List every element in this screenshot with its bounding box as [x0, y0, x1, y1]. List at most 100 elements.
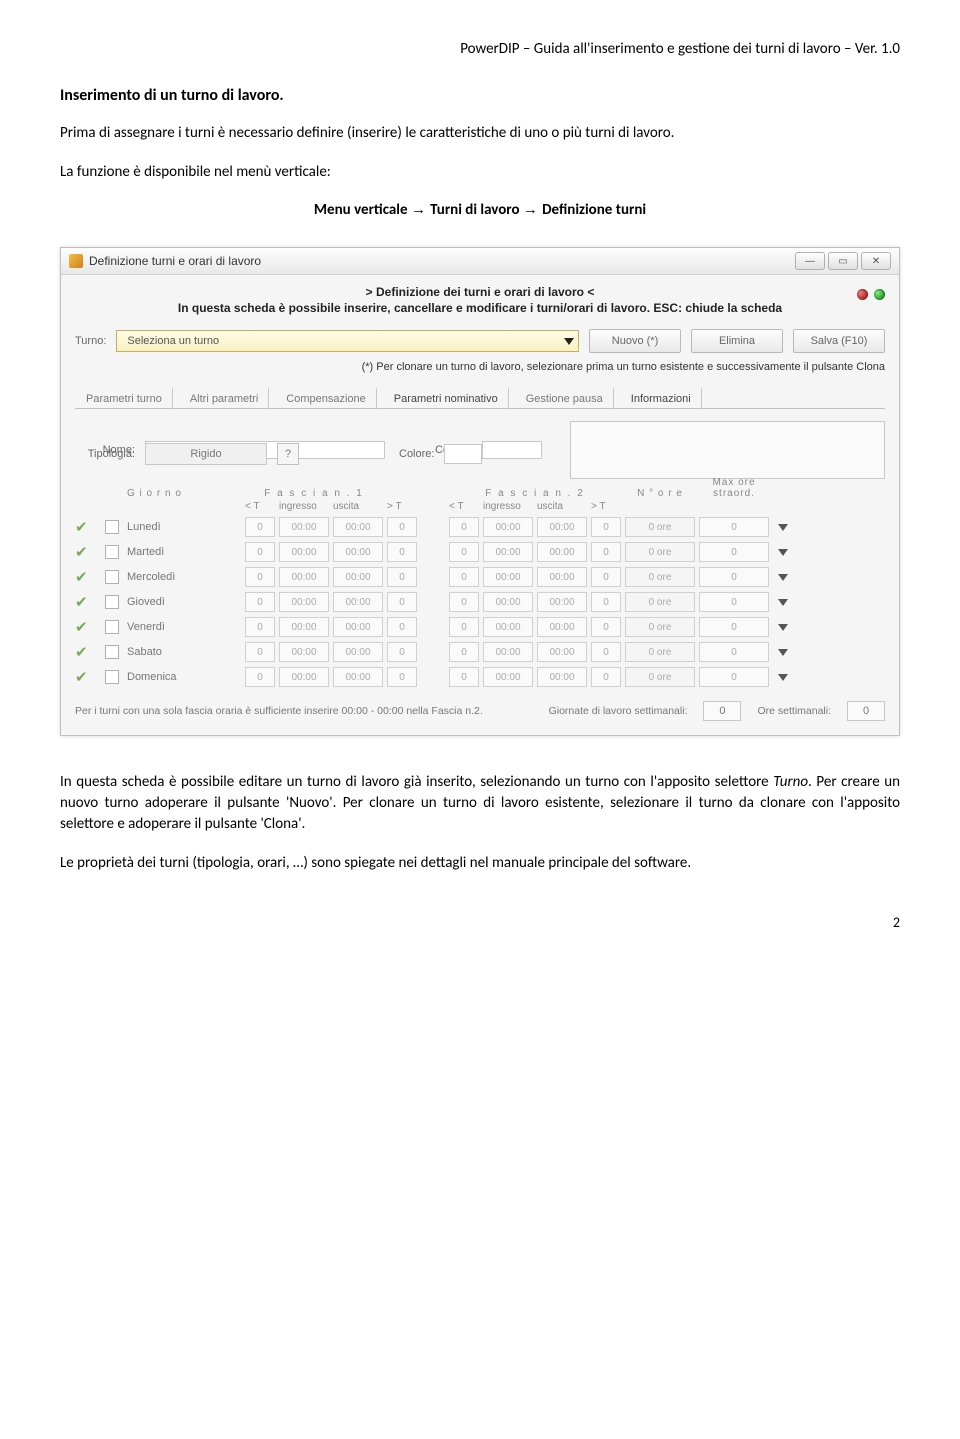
- tab-parametri-nominativo[interactable]: Parametri nominativo: [383, 388, 509, 409]
- tab-parametri-turno[interactable]: Parametri turno: [75, 388, 173, 409]
- ing1-input[interactable]: 00:00: [279, 667, 329, 687]
- turno-dropdown[interactable]: Seleziona un turno: [116, 330, 579, 352]
- lt1-input[interactable]: 0: [245, 642, 275, 662]
- ing2-input[interactable]: 00:00: [483, 592, 533, 612]
- lt2-input[interactable]: 0: [449, 642, 479, 662]
- usc1-input[interactable]: 00:00: [333, 542, 383, 562]
- max-ore-input[interactable]: 0: [699, 567, 769, 587]
- gt1-input[interactable]: 0: [387, 592, 417, 612]
- usc2-input[interactable]: 00:00: [537, 667, 587, 687]
- ing2-input[interactable]: 00:00: [483, 617, 533, 637]
- day-checkbox[interactable]: [105, 645, 119, 659]
- ing2-input[interactable]: 00:00: [483, 542, 533, 562]
- ing1-input[interactable]: 00:00: [279, 542, 329, 562]
- gt2-input[interactable]: 0: [591, 542, 621, 562]
- max-ore-input[interactable]: 0: [699, 542, 769, 562]
- ing1-input[interactable]: 00:00: [279, 567, 329, 587]
- gt1-input[interactable]: 0: [387, 642, 417, 662]
- codice-input[interactable]: [482, 441, 542, 459]
- colore-picker[interactable]: [444, 444, 482, 464]
- lt2-input[interactable]: 0: [449, 667, 479, 687]
- lt1-input[interactable]: 0: [245, 617, 275, 637]
- tab-compensazione[interactable]: Compensazione: [275, 388, 377, 409]
- lt1-input[interactable]: 0: [245, 567, 275, 587]
- chevron-down-icon: [778, 524, 788, 531]
- tipologia-select[interactable]: Rigido: [145, 443, 267, 465]
- lt2-input[interactable]: 0: [449, 617, 479, 637]
- usc1-input[interactable]: 00:00: [333, 642, 383, 662]
- gt2-input[interactable]: 0: [591, 567, 621, 587]
- row-menu-button[interactable]: [773, 599, 793, 606]
- max-ore-input[interactable]: 0: [699, 617, 769, 637]
- salva-button[interactable]: Salva (F10): [793, 329, 885, 353]
- day-checkbox[interactable]: [105, 520, 119, 534]
- day-checkbox[interactable]: [105, 620, 119, 634]
- day-checkbox[interactable]: [105, 570, 119, 584]
- max-ore-input[interactable]: 0: [699, 642, 769, 662]
- lt2-input[interactable]: 0: [449, 542, 479, 562]
- row-menu-button[interactable]: [773, 624, 793, 631]
- ing1-input[interactable]: 00:00: [279, 592, 329, 612]
- usc2-input[interactable]: 00:00: [537, 642, 587, 662]
- usc2-input[interactable]: 00:00: [537, 517, 587, 537]
- usc1-input[interactable]: 00:00: [333, 667, 383, 687]
- usc1-input[interactable]: 00:00: [333, 592, 383, 612]
- gt1-input[interactable]: 0: [387, 617, 417, 637]
- minimize-button[interactable]: —: [795, 252, 825, 270]
- ing2-input[interactable]: 00:00: [483, 567, 533, 587]
- ing1-input[interactable]: 00:00: [279, 617, 329, 637]
- usc1-input[interactable]: 00:00: [333, 617, 383, 637]
- max-ore-input[interactable]: 0: [699, 517, 769, 537]
- row-menu-button[interactable]: [773, 524, 793, 531]
- gt2-input[interactable]: 0: [591, 592, 621, 612]
- gt2-input[interactable]: 0: [591, 517, 621, 537]
- row-menu-button[interactable]: [773, 649, 793, 656]
- lt1-input[interactable]: 0: [245, 517, 275, 537]
- tipologia-help-button[interactable]: ?: [277, 443, 299, 465]
- arrow-icon: →: [411, 201, 430, 218]
- day-checkbox[interactable]: [105, 670, 119, 684]
- status-indicators: [857, 289, 885, 300]
- day-checkbox[interactable]: [105, 595, 119, 609]
- gt1-input[interactable]: 0: [387, 567, 417, 587]
- ing1-input[interactable]: 00:00: [279, 517, 329, 537]
- row-menu-button[interactable]: [773, 674, 793, 681]
- gt1-input[interactable]: 0: [387, 542, 417, 562]
- lt2-input[interactable]: 0: [449, 592, 479, 612]
- usc2-input[interactable]: 00:00: [537, 617, 587, 637]
- tab-altri-parametri[interactable]: Altri parametri: [179, 388, 269, 409]
- nuovo-button[interactable]: Nuovo (*): [589, 329, 681, 353]
- lt1-input[interactable]: 0: [245, 592, 275, 612]
- app-icon: [69, 254, 83, 268]
- maximize-button[interactable]: ▭: [828, 252, 858, 270]
- row-menu-button[interactable]: [773, 574, 793, 581]
- lt2-input[interactable]: 0: [449, 517, 479, 537]
- gt2-input[interactable]: 0: [591, 667, 621, 687]
- tab-informazioni[interactable]: Informazioni: [620, 388, 702, 409]
- usc1-input[interactable]: 00:00: [333, 517, 383, 537]
- ing2-input[interactable]: 00:00: [483, 517, 533, 537]
- lt2-input[interactable]: 0: [449, 567, 479, 587]
- close-button[interactable]: ✕: [861, 252, 891, 270]
- row-menu-button[interactable]: [773, 549, 793, 556]
- usc1-input[interactable]: 00:00: [333, 567, 383, 587]
- lt1-input[interactable]: 0: [245, 542, 275, 562]
- gt2-input[interactable]: 0: [591, 617, 621, 637]
- ing2-input[interactable]: 00:00: [483, 667, 533, 687]
- tab-gestione-pausa[interactable]: Gestione pausa: [515, 388, 614, 409]
- max-ore-input[interactable]: 0: [699, 667, 769, 687]
- gt2-input[interactable]: 0: [591, 642, 621, 662]
- elimina-button[interactable]: Elimina: [691, 329, 783, 353]
- usc2-input[interactable]: 00:00: [537, 592, 587, 612]
- gt1-input[interactable]: 0: [387, 667, 417, 687]
- usc2-input[interactable]: 00:00: [537, 542, 587, 562]
- gt1-input[interactable]: 0: [387, 517, 417, 537]
- page-number: 2: [60, 914, 900, 931]
- menu-path: Menu verticale → Turni di lavoro → Defin…: [60, 201, 900, 219]
- max-ore-input[interactable]: 0: [699, 592, 769, 612]
- ing2-input[interactable]: 00:00: [483, 642, 533, 662]
- ing1-input[interactable]: 00:00: [279, 642, 329, 662]
- day-checkbox[interactable]: [105, 545, 119, 559]
- usc2-input[interactable]: 00:00: [537, 567, 587, 587]
- lt1-input[interactable]: 0: [245, 667, 275, 687]
